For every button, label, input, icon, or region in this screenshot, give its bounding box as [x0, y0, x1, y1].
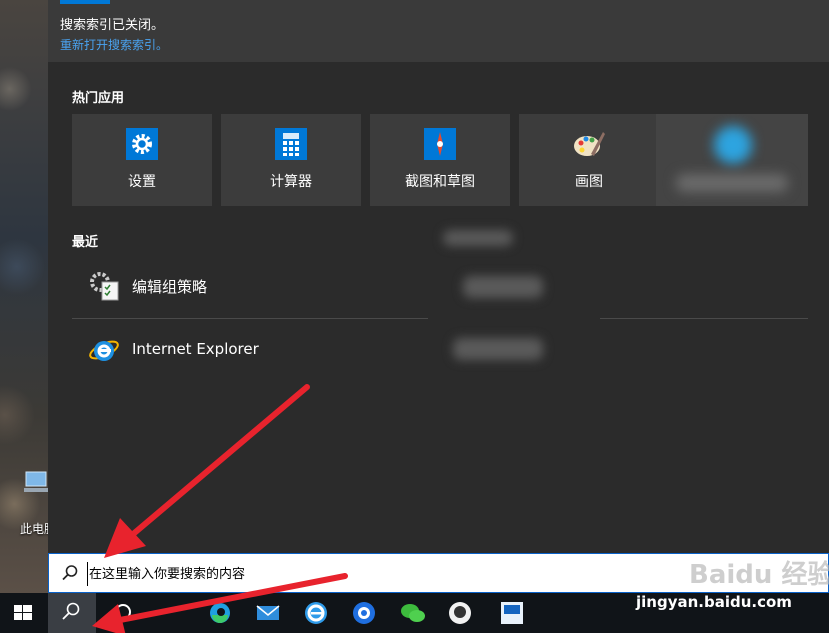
taskbar-search-button[interactable] — [48, 593, 96, 633]
browser-e-icon — [305, 602, 327, 624]
taskbar-browser-e[interactable] — [292, 593, 340, 633]
tile-label: 计算器 — [270, 174, 312, 190]
taskbar-avatar-app[interactable] — [436, 593, 484, 633]
snip-sketch-icon — [424, 128, 456, 160]
desktop-background: 此电脑 — [0, 0, 56, 593]
mail-icon — [256, 605, 280, 620]
blurred-column-header — [443, 230, 513, 246]
app-tile-blurred[interactable] — [656, 114, 808, 206]
recent-item-internet-explorer[interactable]: Internet Explorer — [72, 322, 412, 378]
baidu-watermark-url: jingyan.baidu.com — [636, 593, 792, 611]
edge-icon — [210, 603, 230, 623]
cortana-button[interactable] — [100, 593, 148, 633]
taskbar: jingyan.baidu.com — [0, 593, 829, 633]
taskbar-edge[interactable] — [196, 593, 244, 633]
tile-label: 画图 — [575, 174, 603, 190]
windows-start-icon — [14, 605, 32, 620]
qq-browser-icon — [353, 602, 375, 624]
tile-label: 设置 — [128, 174, 156, 190]
recent-item-group-policy[interactable]: 编辑组策略 — [72, 258, 412, 314]
taskbar-news-app[interactable] — [488, 593, 536, 633]
search-icon — [62, 602, 80, 620]
reopen-index-link[interactable]: 重新打开搜索索引。 — [60, 36, 168, 53]
search-box[interactable]: Baidu 经验 — [48, 553, 829, 593]
recent-title: 最近 — [72, 235, 99, 250]
settings-icon — [126, 128, 158, 160]
cortana-icon — [115, 604, 131, 620]
search-panel: 搜索索引已关闭。 重新打开搜索索引。 热门应用 设置 计算器 截图和草图 画图 … — [48, 0, 829, 553]
baidu-watermark-logo: Baidu 经验 — [689, 560, 829, 590]
app-tile-settings[interactable]: 设置 — [72, 114, 212, 206]
divider — [72, 318, 428, 319]
taskbar-mail[interactable] — [244, 593, 292, 633]
news-app-icon — [501, 602, 523, 624]
recent-item-label: Internet Explorer — [132, 340, 259, 358]
app-tile-paint[interactable]: 画图 — [519, 114, 659, 206]
paint-icon — [574, 132, 605, 156]
avatar-app-icon — [449, 602, 471, 624]
taskbar-qq-browser[interactable] — [340, 593, 388, 633]
app-tile-calculator[interactable]: 计算器 — [221, 114, 361, 206]
search-icon — [62, 565, 78, 581]
start-button[interactable] — [0, 593, 48, 633]
notice-text: 搜索索引已关闭。 — [60, 18, 165, 33]
hot-apps-title: 热门应用 — [72, 91, 125, 106]
blurred-app-icon — [714, 126, 752, 164]
search-input[interactable] — [87, 562, 651, 586]
app-tile-snip-sketch[interactable]: 截图和草图 — [370, 114, 510, 206]
this-pc-icon[interactable] — [22, 470, 48, 494]
wechat-icon — [401, 604, 425, 622]
blurred-result — [453, 338, 543, 360]
internet-explorer-icon — [89, 340, 119, 361]
group-policy-icon — [90, 272, 119, 301]
taskbar-wechat[interactable] — [388, 593, 436, 633]
active-tab-indicator — [60, 0, 110, 4]
blurred-result — [463, 276, 543, 298]
blurred-app-label — [676, 174, 788, 192]
recent-item-label: 编辑组策略 — [132, 278, 208, 296]
search-index-notice: 搜索索引已关闭。 重新打开搜索索引。 — [48, 0, 829, 62]
tile-label: 截图和草图 — [405, 174, 475, 190]
calculator-icon — [275, 128, 307, 160]
divider — [600, 318, 808, 319]
